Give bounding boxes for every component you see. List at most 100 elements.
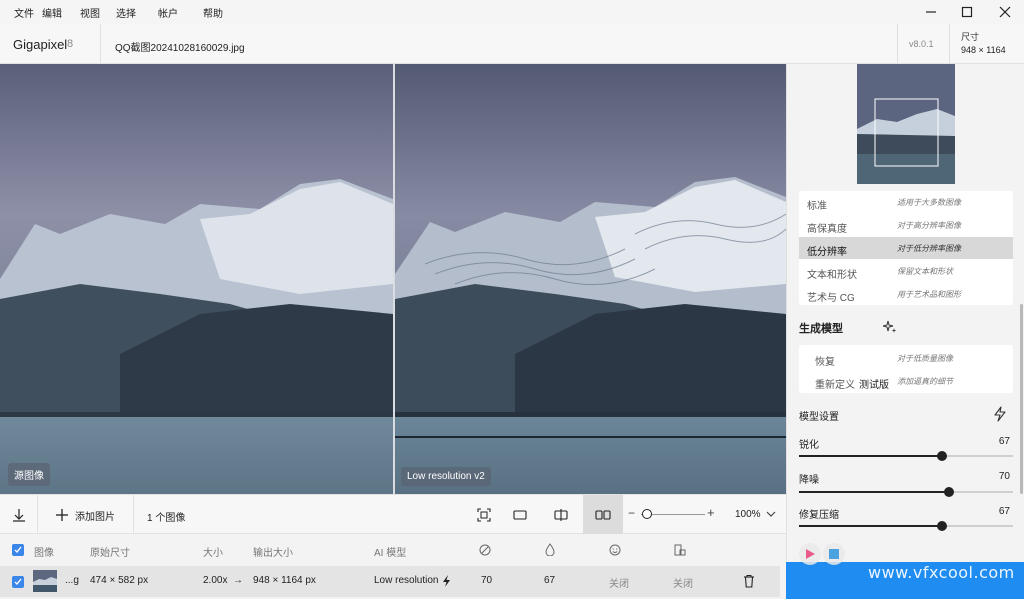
- row-filename: ...g: [65, 575, 79, 586]
- preview-pane[interactable]: Low resolution v2: [395, 64, 786, 494]
- row-thumbnail-image: [33, 570, 57, 592]
- row-original-size: 474 × 582 px: [90, 575, 149, 586]
- menu-bar: 文件 编辑 视图 选择 帐户 帮助: [0, 0, 1024, 24]
- row-arrow-icon: →: [233, 575, 243, 586]
- model-name: 低分辨率: [807, 247, 847, 258]
- focus-frame-icon: [477, 508, 491, 522]
- split-view-button[interactable]: [545, 495, 577, 535]
- plus-icon: [56, 509, 68, 521]
- sharpen-column-icon: [479, 544, 491, 556]
- check-icon: [14, 578, 22, 586]
- zoom-in-icon[interactable]: +: [707, 505, 715, 520]
- maximize-button[interactable]: [950, 0, 984, 24]
- row-checkbox[interactable]: [12, 576, 24, 588]
- watermark-logo: [796, 538, 856, 578]
- header-image: 图像: [34, 548, 54, 559]
- generative-list: 恢复 对于低质量图像 重新定义 测试版 添加逼真的细节: [799, 345, 1013, 393]
- header-scale: 大小: [203, 548, 223, 559]
- header-original-size: 原始尺寸: [90, 548, 130, 559]
- row-output-size: 948 × 1164 px: [253, 575, 316, 586]
- bottom-toolbar: 添加图片 1 个图像 − + 100%: [0, 494, 786, 535]
- generative-title: 生成模型: [799, 323, 843, 335]
- size-label: 尺寸: [961, 32, 980, 42]
- row-text-value: 关闭: [673, 579, 693, 590]
- side-by-side-button[interactable]: [583, 495, 623, 535]
- add-image-label: 添加图片: [75, 511, 115, 523]
- header-output-size: 输出大小: [253, 548, 293, 559]
- model-text-shapes[interactable]: 文本和形状 保留文本和形状: [799, 260, 1013, 282]
- thumbnail-image: [857, 64, 955, 184]
- gen-redefine[interactable]: 重新定义 测试版 添加逼真的细节: [799, 370, 1013, 392]
- menu-view[interactable]: 视图: [80, 5, 100, 20]
- image-viewer[interactable]: 源图像 Low resolution v2: [0, 64, 786, 494]
- trash-icon[interactable]: [743, 574, 755, 588]
- app-version-major: 8: [67, 38, 74, 50]
- preview-label: Low resolution v2: [401, 467, 491, 486]
- add-image-button[interactable]: 添加图片: [38, 495, 134, 535]
- title-bar: Gigapixel 8 QQ截图20241028160029.jpg v8.0.…: [0, 24, 1024, 64]
- close-button[interactable]: [988, 0, 1022, 24]
- slider-knob[interactable]: [937, 451, 948, 461]
- download-arrow-icon: [12, 509, 25, 522]
- row-ai-model: Low resolution: [374, 575, 439, 586]
- source-image: [0, 64, 393, 494]
- navigator-thumbnail[interactable]: [857, 64, 955, 184]
- model-name: 标准: [807, 201, 827, 212]
- row-denoise-value: 67: [544, 575, 556, 586]
- slider-value-sharpen[interactable]: 67: [999, 436, 1010, 447]
- single-view-icon: [513, 510, 527, 520]
- watermark-text: www.vfxcool.com: [868, 563, 1015, 582]
- compression-slider[interactable]: [799, 521, 1013, 531]
- slider-value-denoise[interactable]: 70: [999, 471, 1010, 482]
- source-pane[interactable]: 源图像: [0, 64, 393, 494]
- slider-value-compression[interactable]: 67: [999, 506, 1010, 517]
- menu-file[interactable]: 文件: [14, 5, 34, 20]
- denoise-slider[interactable]: [799, 487, 1013, 497]
- sparkle-icon[interactable]: [883, 320, 897, 334]
- model-high-fidelity[interactable]: 高保真度 对于高分辨率图像: [799, 214, 1013, 236]
- split-view-icon: [554, 509, 568, 521]
- size-value: 948 × 1164: [961, 45, 1006, 55]
- menu-account[interactable]: 帐户: [158, 5, 178, 20]
- import-button[interactable]: [0, 495, 38, 535]
- model-desc: 适用于大多数图像: [897, 198, 961, 207]
- slider-fill: [799, 455, 943, 457]
- fit-view-button[interactable]: [468, 495, 500, 535]
- sharpen-slider[interactable]: [799, 451, 1013, 461]
- panel-scrollbar[interactable]: [1020, 304, 1023, 494]
- slider-knob[interactable]: [943, 487, 954, 497]
- file-name: QQ截图20241028160029.jpg: [115, 43, 245, 54]
- model-desc: 对于低分辨率图像: [897, 244, 961, 253]
- app-name: Gigapixel: [13, 37, 68, 52]
- slider-knob[interactable]: [937, 521, 948, 531]
- menu-help[interactable]: 帮助: [203, 5, 223, 20]
- model-art-cg[interactable]: 艺术与 CG 用于艺术品和图形: [799, 283, 1013, 305]
- menu-select[interactable]: 选择: [116, 5, 136, 20]
- zoom-level[interactable]: 100%: [735, 509, 761, 520]
- source-label: 源图像: [8, 463, 50, 486]
- model-name: 高保真度: [807, 224, 847, 235]
- model-desc: 对于高分辨率图像: [897, 221, 961, 230]
- table-row[interactable]: ...g 474 × 582 px 2.00x → 948 × 1164 px …: [0, 566, 780, 597]
- header-ai-model: AI 模型: [374, 548, 407, 559]
- zoom-knob[interactable]: [642, 509, 652, 519]
- chevron-down-icon[interactable]: [766, 511, 776, 518]
- select-all-checkbox[interactable]: [12, 544, 24, 556]
- slider-label-denoise: 降噪: [799, 475, 819, 486]
- lightning-icon[interactable]: [993, 406, 1007, 422]
- image-count: 1 个图像: [147, 513, 186, 524]
- title-divider-far: [949, 24, 950, 64]
- model-low-resolution[interactable]: 低分辨率 对于低分辨率图像: [799, 237, 1013, 259]
- gen-name: 重新定义: [815, 380, 855, 391]
- menu-edit[interactable]: 编辑: [42, 5, 62, 20]
- row-sharpen-value: 70: [481, 575, 493, 586]
- gen-recover[interactable]: 恢复 对于低质量图像: [799, 347, 1013, 369]
- slider-fill: [799, 525, 943, 527]
- beta-badge: 测试版: [859, 380, 889, 391]
- model-standard[interactable]: 标准 适用于大多数图像: [799, 191, 1013, 213]
- gen-desc: 添加逼真的细节: [897, 377, 953, 386]
- text-column-icon: [674, 544, 686, 556]
- zoom-out-icon[interactable]: −: [628, 506, 635, 520]
- single-view-button[interactable]: [504, 495, 536, 535]
- minimize-button[interactable]: [914, 0, 948, 24]
